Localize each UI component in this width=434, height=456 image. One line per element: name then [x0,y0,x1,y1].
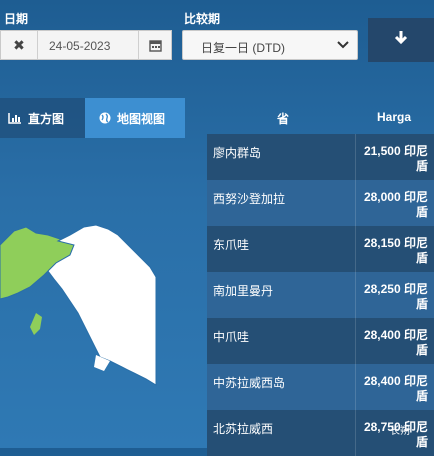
column-divider [355,364,356,410]
map-island-green[interactable] [30,313,42,335]
table-row[interactable]: 中爪哇 28,400 印尼盾 [207,318,434,364]
column-divider [355,272,356,318]
table-row[interactable]: 东爪哇 28,150 印尼盾 [207,226,434,272]
date-value: 24-05-2023 [49,39,111,53]
column-divider [355,226,356,272]
column-header-province[interactable]: 省 [277,110,289,127]
date-field[interactable]: ✖ 24-05-2023 [0,30,172,60]
view-tabs: 直方图 地图视图 [0,98,200,138]
province-cell: 中爪哇 [213,330,250,344]
province-cell: 北苏拉威西 [213,422,274,436]
price-cell: 28,250 印尼盾 [363,282,428,311]
download-icon [394,30,408,51]
column-divider [355,410,356,456]
download-button[interactable] [368,18,434,62]
province-cell: 东爪哇 [213,238,250,252]
price-cell: 28,400 印尼盾 [363,374,428,403]
compare-select[interactable]: 日复一日 (DTD) [182,30,358,60]
column-divider [355,180,356,226]
compare-value: 日复一日 (DTD) [201,41,285,55]
province-cell: 南加里曼丹 [213,284,274,298]
compare-label: 比较期 [184,12,221,26]
tab-map-view[interactable]: 地图视图 [85,98,185,138]
table-row[interactable]: 廖内群岛 21,500 印尼盾 [207,134,434,180]
column-divider [355,134,356,180]
bar-chart-icon [8,113,21,124]
table-row[interactable]: 西努沙登加拉 28,000 印尼盾 [207,180,434,226]
close-icon[interactable]: ✖ [1,31,38,59]
province-map[interactable] [0,205,200,448]
table-row[interactable]: 中苏拉威西岛 28,400 印尼盾 [207,364,434,410]
tab-histogram[interactable]: 直方图 [0,98,85,138]
chevron-down-icon [337,38,349,57]
price-cell: 28,150 印尼盾 [363,236,428,265]
calendar-icon[interactable] [138,31,171,59]
tab-map-view-label: 地图视图 [117,111,166,126]
watermark: 长朔 [390,425,410,437]
column-header-price[interactable]: Harga [377,110,411,124]
province-cell: 西努沙登加拉 [213,192,286,206]
column-divider [355,318,356,364]
tab-histogram-label: 直方图 [28,111,65,126]
price-cell: 28,000 印尼盾 [363,190,428,219]
province-cell: 中苏拉威西岛 [213,376,286,390]
table-row[interactable]: 南加里曼丹 28,250 印尼盾 [207,272,434,318]
price-cell: 28,400 印尼盾 [363,328,428,357]
globe-icon [99,112,111,124]
province-cell: 廖内群岛 [213,146,262,160]
date-label: 日期 [4,12,29,26]
price-cell: 21,500 印尼盾 [363,144,428,173]
